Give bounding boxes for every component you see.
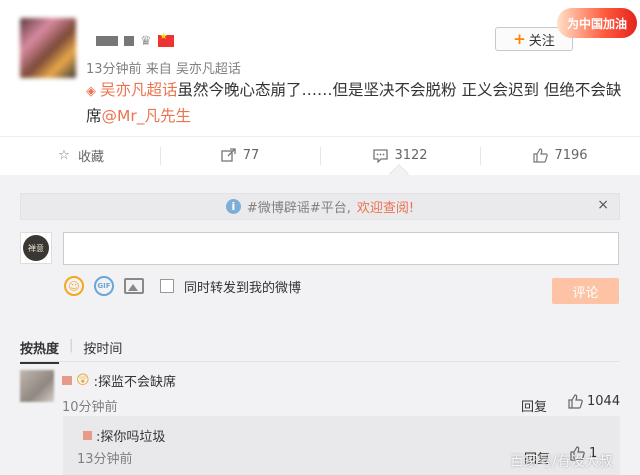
- super-topic-icon: ◈: [86, 84, 96, 99]
- post-content: ◈ 吴亦凡超话虽然今晚心态崩了……但是坚决不会脱粉 正义会迟到 但绝不会缺席@Mr…: [86, 78, 626, 129]
- comment-text: :探监不会缺席: [93, 375, 176, 390]
- follow-label: 关注: [528, 33, 555, 49]
- comment-head: 😲 :探监不会缺席: [62, 371, 176, 390]
- repost-count: 77: [242, 148, 260, 163]
- mention-link[interactable]: @Mr_凡先生: [102, 107, 192, 125]
- comment-icon: [372, 148, 388, 164]
- thumbs-up-icon: [568, 394, 583, 409]
- reply-time: 13分钟前: [77, 452, 133, 467]
- replier-name-redacted[interactable]: [83, 431, 92, 440]
- author-avatar[interactable]: [20, 18, 76, 78]
- post-source[interactable]: 吴亦凡超话: [176, 62, 241, 77]
- post-meta: 13分钟前 来自 吴亦凡超话: [86, 58, 241, 77]
- post-via-prefix: 来自: [145, 62, 172, 77]
- notice-link[interactable]: 欢迎查阅!: [357, 197, 414, 216]
- comments-section: i #微博辟谣#平台, 欢迎查阅! × 禅意 ☺ GIF 同时转发到我的微博 评…: [0, 175, 640, 475]
- share-icon: [221, 148, 237, 164]
- repost-button[interactable]: 77: [160, 137, 320, 174]
- image-icon[interactable]: [124, 278, 144, 294]
- divider: [20, 361, 620, 362]
- plus-icon: +: [513, 30, 526, 48]
- china-flag-icon: [157, 32, 174, 47]
- star-icon: ☆: [58, 148, 70, 163]
- comment-like-count: 1044: [587, 394, 621, 409]
- repost-checkbox[interactable]: [160, 279, 174, 293]
- gif-icon[interactable]: GIF: [94, 276, 114, 296]
- author-name-redacted[interactable]: [96, 36, 118, 46]
- post-action-bar: ☆ 收藏 77 3122 7196: [0, 136, 640, 174]
- thumbs-up-icon: [532, 148, 548, 164]
- repost-checkbox-label[interactable]: 同时转发到我的微博: [184, 277, 301, 296]
- comment-input[interactable]: [63, 232, 619, 265]
- author-name-redacted-2: [124, 36, 134, 46]
- favorite-label: 收藏: [77, 150, 104, 165]
- emoji-face-icon: 😲: [76, 373, 90, 388]
- emoji-icon[interactable]: ☺: [64, 276, 84, 296]
- submit-comment-button[interactable]: 评论: [552, 278, 619, 304]
- like-button[interactable]: 7196: [480, 137, 640, 174]
- post-time[interactable]: 13分钟前: [86, 62, 142, 77]
- favorite-button[interactable]: ☆ 收藏: [0, 137, 160, 174]
- super-topic-link[interactable]: 吴亦凡超话: [100, 81, 178, 99]
- commenter-avatar[interactable]: [20, 370, 54, 402]
- comment-time: 10分钟前: [62, 400, 118, 415]
- event-badge[interactable]: 为中国加油: [557, 8, 637, 38]
- comment-count: 3122: [394, 148, 428, 163]
- like-count: 7196: [554, 148, 588, 163]
- composer-toolbar: ☺ GIF 同时转发到我的微博: [64, 275, 301, 297]
- close-icon[interactable]: ×: [597, 197, 609, 213]
- avatar-seal: 禅意: [23, 235, 49, 261]
- comment-like-button[interactable]: 1044: [568, 394, 620, 409]
- notice-text[interactable]: #微博辟谣#平台,: [247, 197, 351, 216]
- reply-text: :探你吗垃圾: [96, 430, 166, 445]
- reply-head: :探你吗垃圾: [83, 426, 165, 445]
- crown-icon: ♛: [140, 33, 152, 49]
- commenter-name-redacted[interactable]: [62, 376, 72, 385]
- watermark: 百家号/有没大叔: [510, 454, 613, 470]
- comment-reply-button[interactable]: 回复: [521, 396, 547, 415]
- my-avatar[interactable]: 禅意: [20, 232, 52, 264]
- rumor-notice-bar: i #微博辟谣#平台, 欢迎查阅! ×: [20, 193, 620, 220]
- info-icon: i: [225, 199, 241, 214]
- author-name-row: ♛: [96, 32, 174, 50]
